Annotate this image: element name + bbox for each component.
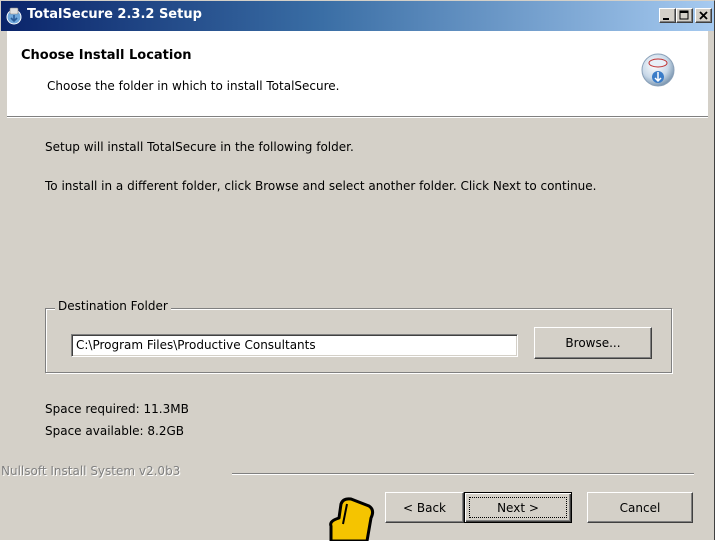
destination-folder-label: Destination Folder: [55, 299, 171, 313]
next-button[interactable]: Next >: [464, 492, 572, 523]
intro-text: Setup will install TotalSecure in the fo…: [45, 140, 354, 154]
space-available-text: Space available: 8.2GB: [45, 424, 185, 438]
hand-pointer-icon: [329, 497, 375, 541]
cancel-button-label: Cancel: [619, 500, 661, 515]
minimize-icon: [663, 18, 669, 20]
window-title: TotalSecure 2.3.2 Setup: [27, 7, 202, 22]
close-button[interactable]: [695, 8, 712, 23]
minimize-button[interactable]: [659, 8, 676, 23]
title-bar[interactable]: TotalSecure 2.3.2 Setup: [1, 1, 714, 31]
page-title: Choose Install Location: [21, 48, 192, 63]
page-header: Choose Install Location Choose the folde…: [7, 31, 708, 116]
instructions-text: To install in a different folder, click …: [45, 179, 597, 193]
nsis-branding: Nullsoft Install System v2.0b3: [1, 464, 181, 478]
setup-window: TotalSecure 2.3.2 Setup Choose Install L…: [0, 0, 715, 541]
maximize-button[interactable]: [676, 8, 693, 23]
space-required-text: Space required: 11.3MB: [45, 402, 189, 416]
footer-separator: [232, 473, 694, 475]
installer-globe-icon: [641, 53, 675, 87]
browse-button[interactable]: Browse...: [534, 327, 652, 359]
page-subtitle: Choose the folder in which to install To…: [47, 79, 340, 93]
next-button-label: Next >: [497, 500, 539, 515]
destination-path-input[interactable]: C:\Program Files\Productive Consultants: [71, 334, 518, 357]
cancel-button[interactable]: Cancel: [587, 492, 693, 523]
browse-button-label: Browse...: [565, 336, 621, 350]
close-icon: [699, 11, 708, 20]
maximize-icon: [679, 10, 689, 20]
back-button-label: < Back: [402, 500, 446, 515]
app-icon: [6, 7, 22, 25]
header-separator: [7, 116, 708, 118]
